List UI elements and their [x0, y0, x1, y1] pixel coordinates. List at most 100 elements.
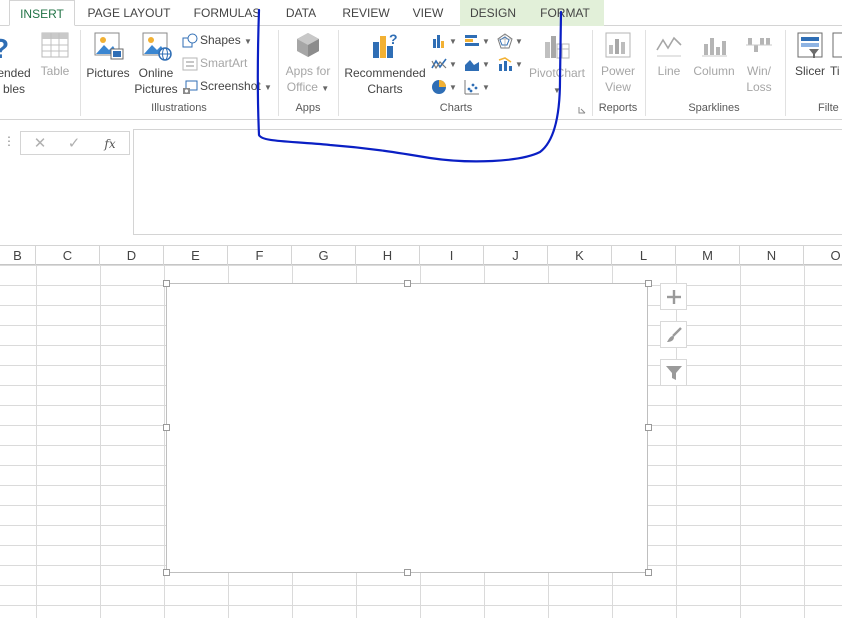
chevron-down-icon: ▼: [482, 37, 490, 46]
recommended-pivottables-label-1: ended: [0, 66, 31, 80]
recommended-charts-button[interactable]: ? Recommended Charts: [342, 30, 428, 97]
tab-format[interactable]: FORMAT: [526, 0, 604, 26]
column-chart-icon: [433, 34, 444, 48]
timeline-button[interactable]: Ti: [830, 30, 842, 79]
area-chart-button[interactable]: ▼: [464, 53, 490, 73]
tab-data[interactable]: DATA: [276, 0, 326, 26]
apps-for-office-button[interactable]: Apps for Office ▼: [282, 30, 334, 97]
tab-design[interactable]: DESIGN: [460, 0, 526, 26]
recommended-pivottables-label-2: bles: [2, 82, 25, 96]
recommended-pivottables-button[interactable]: ? ended bles: [0, 30, 32, 97]
power-view-button[interactable]: Power View: [596, 30, 640, 95]
resize-handle[interactable]: [163, 569, 170, 576]
group-separator: [785, 30, 786, 116]
smartart-button[interactable]: SmartArt: [182, 53, 247, 73]
screenshot-button[interactable]: Screenshot ▼: [182, 76, 272, 96]
chevron-down-icon: ▼: [482, 83, 490, 92]
sparkline-winloss-button[interactable]: Win/ Loss: [740, 30, 778, 95]
recommended-charts-label-1: Recommended: [344, 66, 426, 80]
resize-handle[interactable]: [645, 424, 652, 431]
online-pictures-icon: [142, 32, 172, 61]
scatter-chart-button[interactable]: ▼: [464, 76, 490, 96]
sparkline-column-button[interactable]: Column: [690, 30, 738, 79]
resize-handle[interactable]: [404, 569, 411, 576]
table-button[interactable]: Table: [36, 30, 74, 79]
recommended-charts-label-2: Charts: [367, 82, 403, 96]
column-header-k[interactable]: K: [548, 246, 612, 265]
tab-page-layout[interactable]: PAGE LAYOUT: [82, 0, 176, 26]
bar-chart-button[interactable]: ▼: [464, 30, 490, 50]
group-label-charts: Charts: [439, 102, 473, 114]
line-chart-button[interactable]: ▼: [431, 53, 457, 73]
chart-elements-button[interactable]: [660, 283, 687, 310]
sparkline-line-label: Line: [657, 64, 681, 78]
funnel-icon: [666, 366, 682, 380]
combo-chart-icon: [498, 57, 512, 71]
sparkline-line-button[interactable]: Line: [650, 30, 688, 79]
column-header-j[interactable]: J: [484, 246, 548, 265]
chevron-down-icon: ▼: [449, 37, 457, 46]
column-header-d[interactable]: D: [100, 246, 164, 265]
chart-styles-button[interactable]: [660, 321, 687, 348]
group-separator: [592, 30, 593, 116]
column-header-e[interactable]: E: [164, 246, 228, 265]
resize-handle[interactable]: [404, 280, 411, 287]
shapes-button[interactable]: Shapes ▼: [182, 30, 252, 50]
dialog-launcher-icon[interactable]: [578, 106, 586, 114]
column-header-b[interactable]: B: [0, 246, 36, 265]
pictures-label: Pictures: [86, 66, 130, 80]
table-label: Table: [40, 64, 70, 78]
column-header-o[interactable]: O: [804, 246, 842, 265]
online-pictures-label-2: Pictures: [134, 82, 178, 96]
insert-function-button[interactable]: fx: [99, 134, 121, 154]
screenshot-label: Screenshot: [200, 79, 261, 93]
tab-review[interactable]: REVIEW: [336, 0, 396, 26]
apps-for-office-icon: [297, 33, 319, 57]
column-header-c[interactable]: C: [36, 246, 100, 265]
slicer-button[interactable]: Slicer: [792, 30, 828, 79]
resize-handle[interactable]: [645, 280, 652, 287]
tab-view[interactable]: VIEW: [406, 0, 450, 26]
group-separator: [645, 30, 646, 116]
tab-formulas[interactable]: FORMULAS: [188, 0, 266, 26]
chart-area[interactable]: [166, 283, 648, 573]
tab-insert[interactable]: INSERT: [9, 0, 75, 26]
column-headers: BCDEFGHIJKLMNO: [0, 245, 842, 265]
pivotchart-label: PivotChart: [528, 66, 586, 80]
slicer-icon: [797, 32, 823, 58]
sparkline-winloss-icon: [746, 38, 772, 52]
column-header-i[interactable]: I: [420, 246, 484, 265]
column-header-g[interactable]: G: [292, 246, 356, 265]
combo-chart-button[interactable]: ▼: [497, 53, 523, 73]
radar-chart-button[interactable]: ▼: [497, 30, 523, 50]
online-pictures-button[interactable]: Online Pictures: [134, 30, 178, 97]
namebox-resize-handle[interactable]: ⋮: [3, 134, 15, 148]
radar-chart-icon: [497, 33, 513, 49]
svg-text:?: ?: [389, 31, 398, 47]
column-header-m[interactable]: M: [676, 246, 740, 265]
column-header-l[interactable]: L: [612, 246, 676, 265]
apps-for-office-label-1: Apps for: [285, 64, 331, 78]
pictures-button[interactable]: Pictures: [86, 30, 130, 81]
chart-filters-button[interactable]: [660, 359, 687, 386]
chevron-down-icon: ▼: [244, 37, 252, 46]
resize-handle[interactable]: [645, 569, 652, 576]
resize-handle[interactable]: [163, 280, 170, 287]
power-view-label-1: Power: [600, 64, 635, 78]
smartart-icon: [182, 57, 198, 71]
pie-chart-icon: [432, 79, 446, 94]
chevron-down-icon: ▼: [515, 60, 523, 69]
formula-input[interactable]: [133, 129, 842, 235]
sparkline-line-icon: [656, 36, 682, 57]
column-header-h[interactable]: H: [356, 246, 420, 265]
formula-buttons: ✕ ✓ fx: [20, 131, 130, 155]
column-chart-button[interactable]: ▼: [431, 30, 457, 50]
pivotchart-button[interactable]: PivotChart ▼: [528, 30, 586, 99]
pie-chart-button[interactable]: ▼: [431, 76, 457, 96]
ribbon-tabs: INSERT PAGE LAYOUT FORMULAS DATA REVIEW …: [0, 0, 842, 26]
column-header-n[interactable]: N: [740, 246, 804, 265]
cancel-button[interactable]: ✕: [29, 134, 51, 154]
resize-handle[interactable]: [163, 424, 170, 431]
column-header-f[interactable]: F: [228, 246, 292, 265]
enter-button[interactable]: ✓: [63, 134, 85, 154]
